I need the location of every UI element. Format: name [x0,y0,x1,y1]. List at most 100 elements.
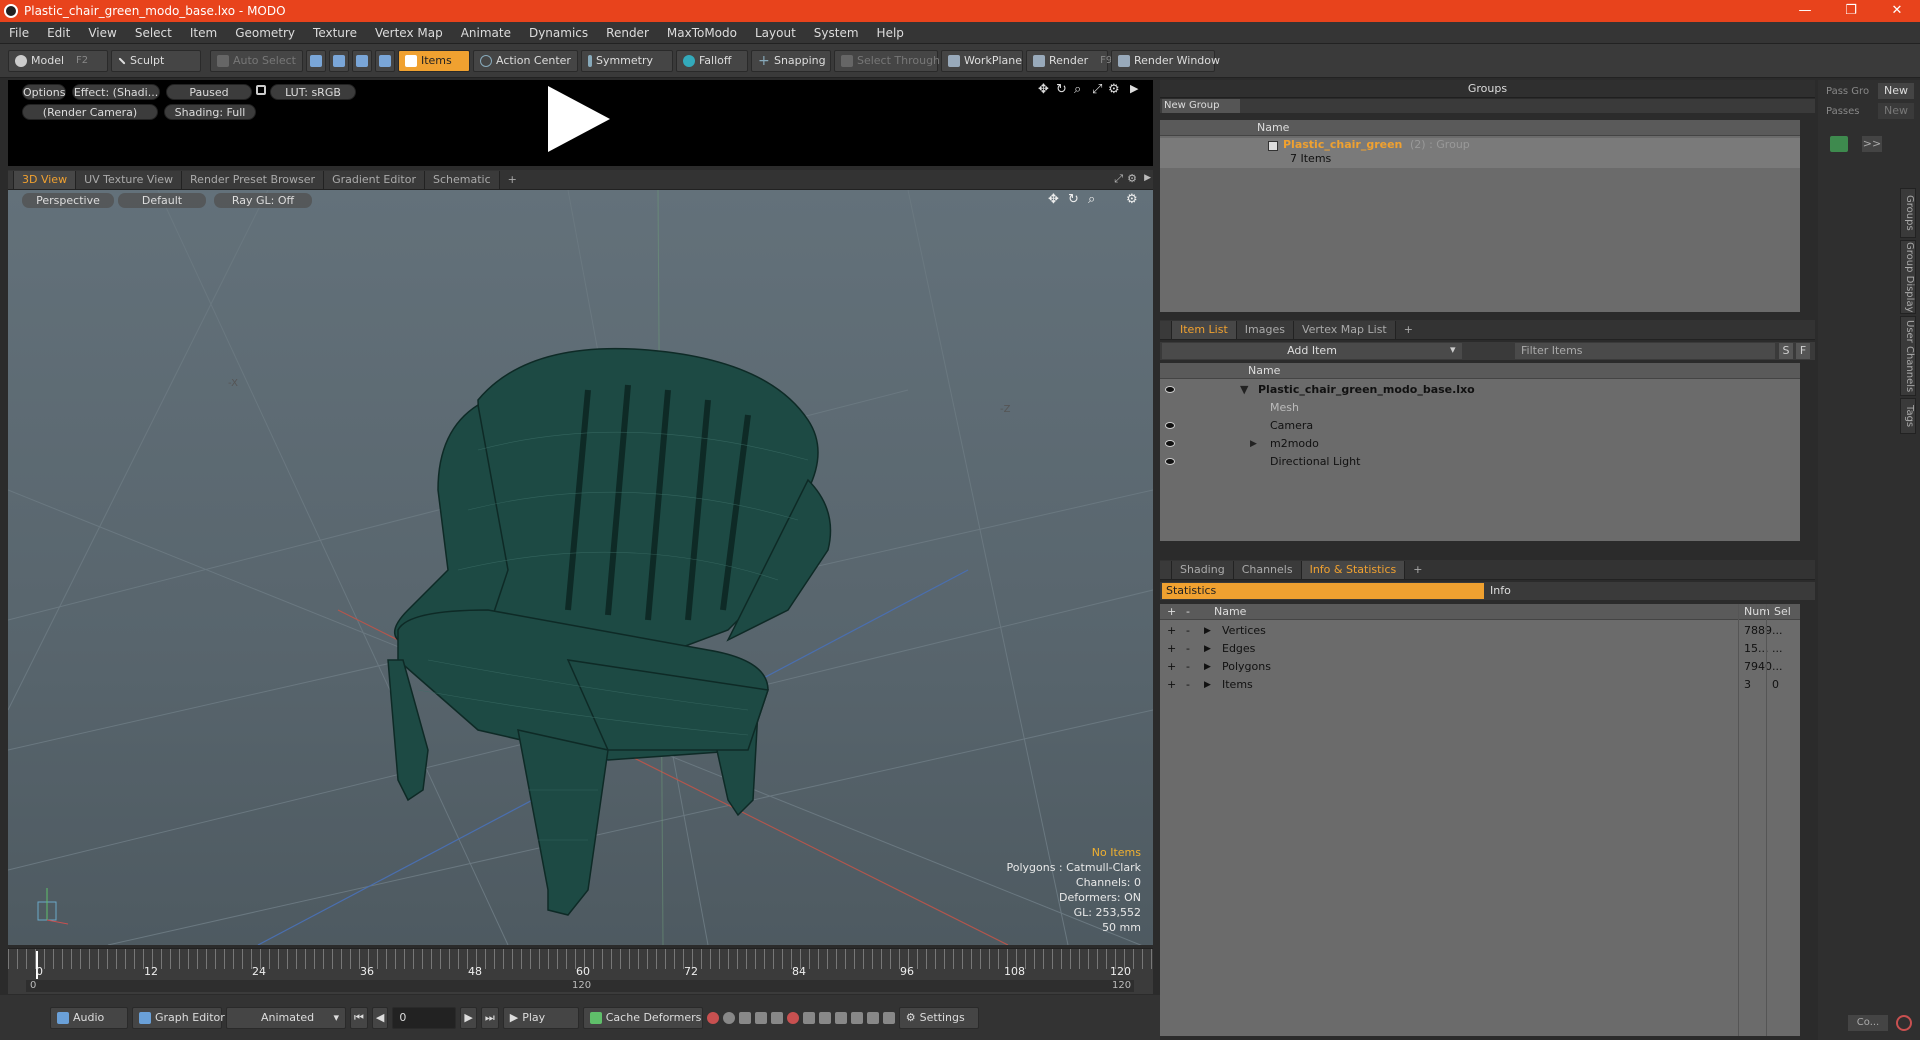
jump-prev-icon[interactable] [818,1011,831,1024]
timeline[interactable]: 0 12 24 36 48 60 72 84 96 108 120 0 120 … [8,948,1153,994]
table-row[interactable]: + - ▶ Edges 15... ... [1160,640,1800,658]
arrow-right-icon[interactable]: ▶ [1130,82,1138,95]
menu-edit[interactable]: Edit [38,26,79,40]
falloff-button[interactable]: Falloff [675,49,748,72]
polygons-mode-button[interactable] [351,49,372,72]
gear-icon[interactable]: ⚙ [1127,172,1137,185]
list-item[interactable]: Mesh [1160,399,1800,417]
move-icon[interactable]: ✥ [1038,82,1049,97]
select-through-button[interactable]: Select Through [833,49,940,72]
tab-vertex-map-list[interactable]: Vertex Map List [1293,321,1396,339]
eye-icon[interactable] [1165,422,1175,429]
side-tab-tags[interactable]: Tags [1900,398,1916,434]
gear-icon[interactable]: ⚙ [1108,82,1120,97]
auto-key-icon[interactable] [722,1011,735,1024]
channel-icon[interactable] [850,1011,863,1024]
menu-maxtomodo[interactable]: MaxToModo [658,26,746,40]
action-center-button[interactable]: Action Center [472,49,578,72]
new-pass-group-button[interactable]: New [1878,83,1914,99]
minus-icon[interactable]: - [1186,640,1190,658]
audio-button[interactable]: Audio [50,1006,128,1029]
record-icon[interactable] [786,1011,799,1024]
record-icon[interactable] [1896,1015,1912,1031]
tab-render-preset-browser[interactable]: Render Preset Browser [182,171,325,189]
add-tab-button[interactable]: + [1396,321,1421,339]
new-group-button[interactable]: New Group [1162,99,1240,113]
lut-dropdown[interactable]: LUT: sRGB [270,84,356,100]
gear-icon[interactable]: ⚙ [1126,192,1138,207]
table-row[interactable]: + - ▶ Polygons 7940 ... [1160,658,1800,676]
side-tab-user-channels[interactable]: User Channels [1900,316,1916,396]
menu-system[interactable]: System [805,26,868,40]
add-tab-button[interactable]: + [500,171,525,189]
collapse-icon[interactable]: ▼ [1240,381,1248,399]
chevron-down-icon[interactable]: ▾ [1450,343,1456,356]
items-mode-button[interactable]: Items [397,49,470,72]
side-tab-groups[interactable]: Groups [1900,188,1916,238]
expand-arrow-icon[interactable]: ▶ [1204,676,1211,694]
tab-info-statistics[interactable]: Info & Statistics [1301,561,1406,579]
expand-arrow-icon[interactable]: ▶ [1250,435,1257,453]
raygl-dropdown[interactable]: Ray GL: Off [214,193,312,208]
render-window-button[interactable]: Render Window [1110,49,1220,72]
animated-dropdown[interactable]: Animated ▾ [226,1006,346,1029]
key-prev-icon[interactable] [738,1011,751,1024]
minus-icon[interactable]: - [1186,658,1190,676]
play-button[interactable]: ▶ Play [502,1006,579,1029]
new-pass-button[interactable]: New [1878,103,1914,119]
materials-mode-button[interactable] [374,49,395,72]
auto-select-button[interactable]: Auto Select [210,49,303,72]
s-button[interactable]: S [1779,343,1793,359]
expand-arrow-icon[interactable]: ▶ [1204,622,1211,640]
first-frame-button[interactable]: ⏮ [350,1006,368,1029]
maximize-button[interactable]: ❐ [1828,0,1874,22]
graph-editor-button[interactable]: Graph Editor [132,1006,225,1029]
menu-geometry[interactable]: Geometry [226,26,304,40]
tab-gradient-editor[interactable]: Gradient Editor [324,171,425,189]
menu-animate[interactable]: Animate [452,26,520,40]
menu-vertex-map[interactable]: Vertex Map [366,26,452,40]
minimize-button[interactable]: — [1782,0,1828,22]
model-button[interactable]: Model F2 [8,49,108,72]
key-next-icon[interactable] [754,1011,767,1024]
shading-dropdown[interactable]: Shading: Full [164,104,256,120]
3d-viewport[interactable]: -X -Z No Items Polygons : Catmull-Clark … [8,190,1153,945]
expand-arrow-icon[interactable]: ▶ [1204,658,1211,676]
prev-frame-button[interactable]: ◀ [371,1006,389,1029]
menu-help[interactable]: Help [868,26,913,40]
add-tab-button[interactable]: + [1405,561,1430,579]
side-tab-group-display[interactable]: Group Display [1900,240,1916,314]
key-options-icon[interactable] [802,1011,815,1024]
list-item[interactable]: Directional Light [1160,453,1800,471]
table-row[interactable]: + - ▶ Items 3 0 [1160,676,1800,694]
render-camera-dropdown[interactable]: (Render Camera) [22,104,158,120]
plus-icon[interactable]: + [1167,658,1176,676]
statistics-tab[interactable]: Statistics [1162,583,1484,599]
menu-render[interactable]: Render [597,26,658,40]
paused-button[interactable]: Paused [166,84,252,100]
frame-input[interactable]: 0 [392,1006,457,1029]
group-row[interactable]: Plastic_chair_green (2) : Group 7 Items [1160,138,1800,168]
minus-icon[interactable]: - [1186,676,1190,694]
render-button[interactable]: Render F9 [1025,49,1112,72]
zoom-icon[interactable]: ⌕ [1088,192,1095,207]
effect-dropdown[interactable]: Effect: (Shadi... [72,84,160,100]
menu-select[interactable]: Select [126,26,181,40]
eye-icon[interactable] [1165,458,1175,465]
lock-icon[interactable] [256,85,266,95]
tab-channels[interactable]: Channels [1233,561,1302,579]
snapping-button[interactable]: + Snapping [750,49,831,72]
plus-icon[interactable]: + [1167,640,1176,658]
play-preview-button[interactable] [548,86,610,152]
eye-icon[interactable] [1165,386,1175,393]
minus-icon[interactable]: - [1186,622,1190,640]
menu-file[interactable]: File [0,26,38,40]
add-item-button[interactable]: Add Item [1162,343,1462,359]
perspective-dropdown[interactable]: Perspective [22,193,114,208]
tab-uv-texture-view[interactable]: UV Texture View [76,171,183,189]
key-set-icon[interactable] [770,1011,783,1024]
options-button[interactable]: Options [22,84,66,100]
cache-deformers-button[interactable]: Cache Deformers [582,1006,703,1029]
link-icon[interactable] [866,1011,879,1024]
expand-icon[interactable]: ⤢ [1092,82,1102,97]
